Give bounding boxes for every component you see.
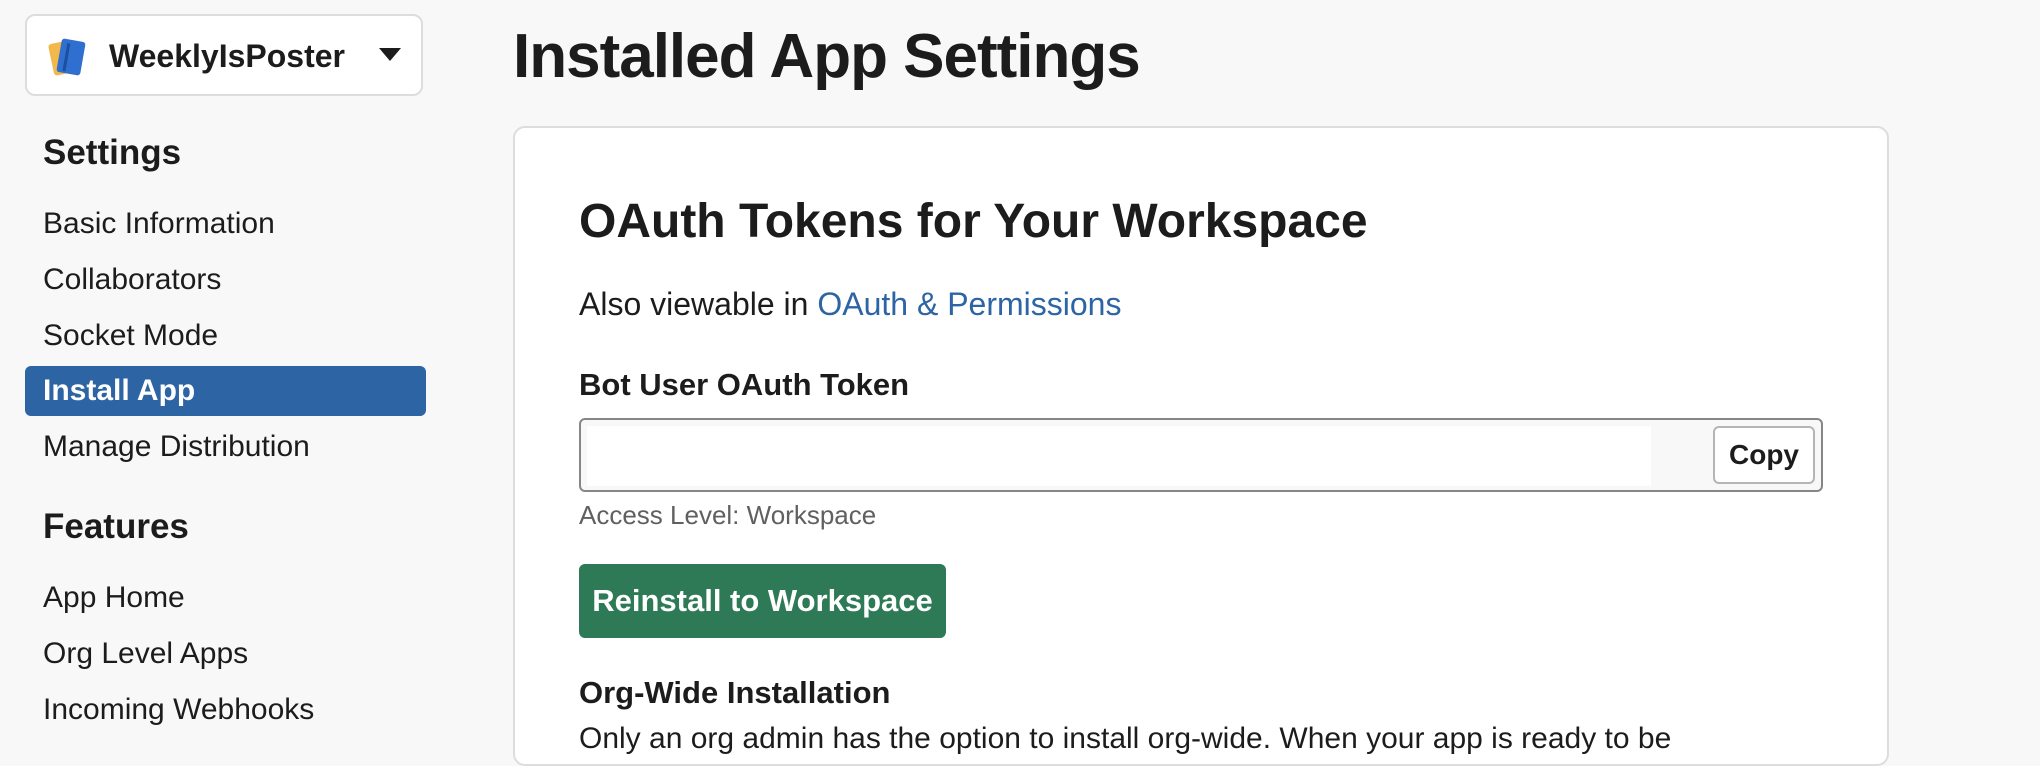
sidebar-item-collaborators[interactable]: Collaborators xyxy=(25,255,426,305)
card-title: OAuth Tokens for Your Workspace xyxy=(579,195,1368,248)
app-name: WeeklyIsPoster xyxy=(109,38,345,74)
sidebar-item-manage-distribution[interactable]: Manage Distribution xyxy=(25,422,426,472)
sidebar-item-install-app[interactable]: Install App xyxy=(25,366,426,416)
also-viewable-text: Also viewable in OAuth & Permissions xyxy=(579,284,1121,324)
oauth-permissions-link[interactable]: OAuth & Permissions xyxy=(817,286,1121,322)
chevron-down-icon xyxy=(379,48,401,61)
oauth-tokens-card: OAuth Tokens for Your Workspace Also vie… xyxy=(513,126,1889,766)
sidebar-item-org-level-apps[interactable]: Org Level Apps xyxy=(25,629,426,679)
also-viewable-prefix: Also viewable in xyxy=(579,286,818,322)
access-level-text: Access Level: Workspace xyxy=(579,500,877,530)
org-wide-installation-description: Only an org admin has the option to inst… xyxy=(579,722,1672,755)
sidebar-item-socket-mode[interactable]: Socket Mode xyxy=(25,311,426,361)
sidebar-item-basic-information[interactable]: Basic Information xyxy=(25,199,426,249)
notebook-icon xyxy=(48,38,86,76)
app-switcher[interactable]: WeeklyIsPoster xyxy=(25,14,423,96)
sidebar-item-app-home[interactable]: App Home xyxy=(25,573,426,623)
sidebar-item-incoming-webhooks[interactable]: Incoming Webhooks xyxy=(25,685,426,735)
settings-heading: Settings xyxy=(43,133,182,172)
bot-token-field: Copy xyxy=(579,418,1823,492)
bot-token-label: Bot User OAuth Token xyxy=(579,367,910,402)
bot-token-input[interactable] xyxy=(587,426,1651,486)
reinstall-button[interactable]: Reinstall to Workspace xyxy=(579,564,946,638)
features-heading: Features xyxy=(43,507,189,546)
copy-button[interactable]: Copy xyxy=(1713,426,1815,484)
org-wide-installation-heading: Org-Wide Installation xyxy=(579,675,891,710)
page-title: Installed App Settings xyxy=(513,22,1141,91)
